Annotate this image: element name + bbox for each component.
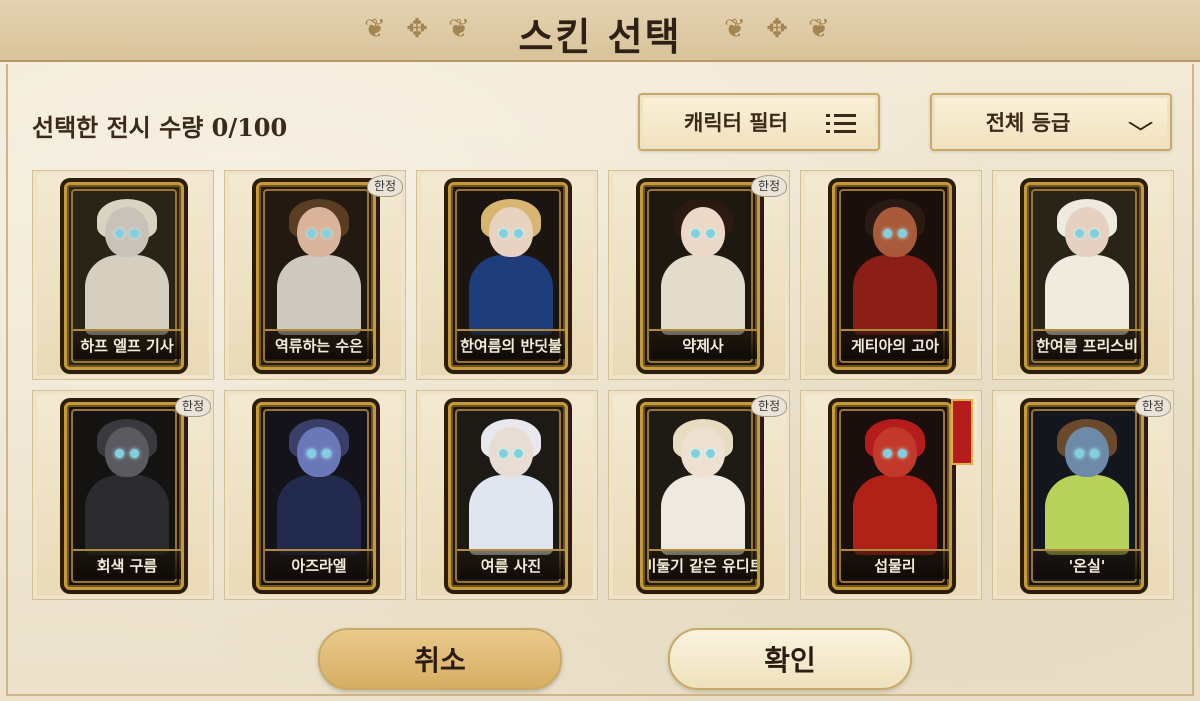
skin-name: 여름 사진 <box>457 549 565 579</box>
skin-portrait: 아즈라엘 <box>256 402 376 590</box>
skin-name: 역류하는 수은 <box>265 329 373 359</box>
character-filter-label: 캐릭터 필터 <box>684 110 788 135</box>
grade-filter-label: 전체 등급 <box>985 110 1071 135</box>
confirm-button[interactable]: 확인 <box>668 628 912 690</box>
skin-card[interactable]: 여름 사진 <box>416 390 598 600</box>
skin-card[interactable]: 역류하는 수은 한정 <box>224 170 406 380</box>
skin-portrait: 섭물리 <box>832 402 952 590</box>
skin-portrait: 비둘기 같은 유디트 <box>640 402 760 590</box>
skin-portrait: 약제사 <box>640 182 760 370</box>
skin-name: 한여름의 반딧불 <box>457 329 565 359</box>
skin-card[interactable]: 회색 구름 한정 <box>32 390 214 600</box>
skin-portrait: 게티아의 고아 <box>832 182 952 370</box>
limited-badge: 한정 <box>751 175 787 197</box>
cancel-button[interactable]: 취소 <box>318 628 562 690</box>
skin-portrait: 한여름 프리스비 <box>1024 182 1144 370</box>
selection-count: 선택한 전시 수량 0/100 <box>32 113 288 142</box>
limited-badge: 한정 <box>1135 395 1171 417</box>
skin-name: 한여름 프리스비 <box>1033 329 1141 359</box>
limited-badge: 한정 <box>751 395 787 417</box>
skin-name: 하프 엘프 기사 <box>73 329 181 359</box>
skin-card[interactable]: 게티아의 고아 <box>800 170 982 380</box>
skin-name: 약제사 <box>649 329 757 359</box>
skin-name: 게티아의 고아 <box>841 329 949 359</box>
skin-card[interactable]: 아즈라엘 <box>224 390 406 600</box>
page-title: 스킨 선택 <box>518 14 682 59</box>
panel-frame <box>6 64 1194 696</box>
skin-card[interactable]: 한여름의 반딧불 <box>416 170 598 380</box>
skin-name: 아즈라엘 <box>265 549 373 579</box>
list-icon <box>826 111 856 135</box>
red-seal-stamp-icon <box>951 399 973 465</box>
skin-portrait: 회색 구름 <box>64 402 184 590</box>
skin-name: 섭물리 <box>841 549 949 579</box>
grade-filter-dropdown[interactable]: 전체 등급 ⌵ <box>930 93 1172 151</box>
skin-card[interactable]: 하프 엘프 기사 <box>32 170 214 380</box>
skin-portrait: 역류하는 수은 <box>256 182 376 370</box>
skin-name: 비둘기 같은 유디트 <box>649 549 757 579</box>
limited-badge: 한정 <box>175 395 211 417</box>
character-filter-button[interactable]: 캐릭터 필터 <box>638 93 880 151</box>
limited-badge: 한정 <box>367 175 403 197</box>
skin-portrait: '온실' <box>1024 402 1144 590</box>
skin-portrait: 한여름의 반딧불 <box>448 182 568 370</box>
title-bar: ❦ ✥ ❦ ❦ ✥ ❦ 스킨 선택 <box>0 0 1200 62</box>
skin-portrait: 하프 엘프 기사 <box>64 182 184 370</box>
skin-card[interactable]: 비둘기 같은 유디트 한정 <box>608 390 790 600</box>
skin-card[interactable]: '온실' 한정 <box>992 390 1174 600</box>
skin-card[interactable]: 약제사 한정 <box>608 170 790 380</box>
skin-name: '온실' <box>1033 549 1141 579</box>
skin-portrait: 여름 사진 <box>448 402 568 590</box>
skin-card[interactable]: 한여름 프리스비 <box>992 170 1174 380</box>
skin-name: 회색 구름 <box>73 549 181 579</box>
skin-card[interactable]: 섭물리 <box>800 390 982 600</box>
chevron-down-icon: ⌵ <box>1128 111 1153 135</box>
